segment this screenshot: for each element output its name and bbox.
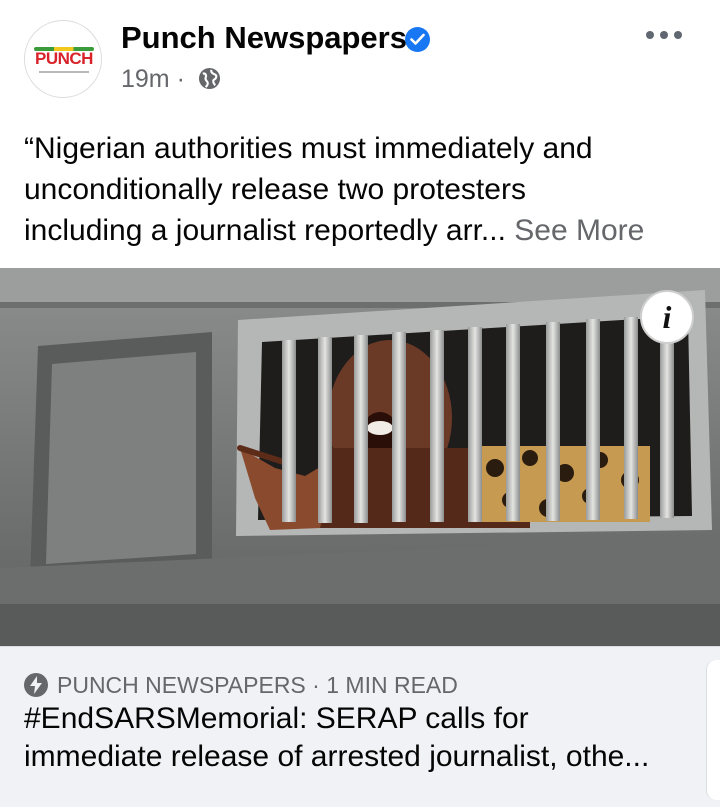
link-source: PUNCH NEWSPAPERS · 1 MIN READ bbox=[57, 671, 458, 699]
photo-illustration bbox=[0, 268, 720, 646]
source-name: PUNCH NEWSPAPERS bbox=[57, 672, 306, 698]
post-text-line: “Nigerian authorities must immediately a… bbox=[24, 132, 593, 165]
page-avatar[interactable]: PUNCH bbox=[24, 20, 102, 98]
post-photo[interactable] bbox=[0, 268, 720, 646]
post-timestamp[interactable]: 19m bbox=[121, 65, 170, 93]
post-text-truncated: including a journalist reportedly arr... bbox=[24, 214, 506, 247]
post-text: “Nigerian authorities must immediately a… bbox=[24, 128, 696, 251]
page-name[interactable]: Punch Newspapers bbox=[121, 18, 407, 58]
more-options-icon[interactable] bbox=[646, 28, 686, 42]
globe-icon bbox=[198, 67, 221, 90]
headline-line: immediate release of arrested journalist… bbox=[24, 740, 650, 773]
logo-tagline bbox=[39, 71, 89, 73]
source-separator: · bbox=[312, 672, 320, 698]
post-header: PUNCH Punch Newspapers 19m · bbox=[0, 0, 720, 115]
info-icon-label: i bbox=[662, 299, 672, 335]
post-meta: 19m · bbox=[121, 63, 191, 95]
read-time: 1 MIN READ bbox=[326, 672, 458, 698]
meta-separator: · bbox=[176, 65, 185, 93]
see-more-link[interactable]: See More bbox=[514, 214, 644, 247]
post-text-line: including a journalist reportedly arr...… bbox=[24, 210, 696, 251]
link-headline[interactable]: #EndSARSMemorial: SERAP calls for immedi… bbox=[24, 700, 704, 776]
info-icon[interactable]: i bbox=[640, 290, 694, 344]
verified-badge-icon bbox=[405, 27, 430, 52]
bolt-icon bbox=[24, 673, 48, 697]
page-logo-text: PUNCH bbox=[35, 49, 93, 68]
headline-line: #EndSARSMemorial: SERAP calls for bbox=[24, 702, 529, 735]
next-card-edge bbox=[706, 660, 720, 800]
post-text-line: unconditionally release two protesters bbox=[24, 173, 526, 206]
